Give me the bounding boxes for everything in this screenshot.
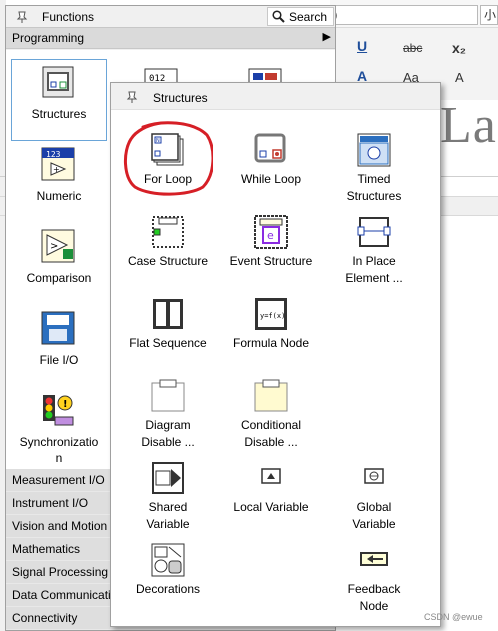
structures-item-label: Formula Node: [232, 336, 310, 350]
structures-item-diagram-disable[interactable]: Diagram Disable ...: [116, 375, 220, 457]
structures-item-timed-structures[interactable]: Timed Structures: [322, 129, 426, 211]
structures-item-in-place-element[interactable]: In Place Element ...: [322, 211, 426, 293]
structures-icon: [42, 66, 74, 98]
shared-variable-icon: [152, 462, 184, 494]
structures-item-label: Shared Variable: [146, 500, 190, 531]
for-loop-icon: N: [151, 133, 184, 166]
event-structure-icon: e: [254, 215, 288, 249]
in-place-element-icon: [357, 217, 391, 247]
structures-item-case-structure[interactable]: Case Structure: [116, 211, 220, 293]
timed-structures-icon: [357, 133, 391, 167]
structures-item-label: In Place Element ...: [345, 254, 403, 285]
functions-item-numeric[interactable]: 123 + Numeric: [11, 141, 107, 223]
svg-text:123: 123: [46, 150, 61, 159]
svg-text:e: e: [267, 229, 274, 242]
svg-text:+: +: [53, 165, 60, 174]
while-loop-icon: [254, 133, 286, 163]
decorations-icon: [151, 543, 185, 577]
structures-item-label: Case Structure: [127, 254, 209, 268]
svg-text:y=f(x): y=f(x): [260, 312, 285, 320]
functions-item-label: Comparison: [26, 271, 92, 285]
formula-node-icon: y=f(x): [255, 298, 287, 330]
structures-item-while-loop[interactable]: While Loop: [219, 129, 323, 211]
programming-label: Programming: [12, 31, 85, 45]
functions-title: Functions: [42, 10, 95, 24]
structures-item-label: Decorations: [135, 582, 201, 596]
conditional-disable-icon: [254, 379, 288, 412]
functions-item-label: Numeric: [36, 189, 82, 203]
local-variable-icon: [261, 468, 281, 484]
chevron-right-icon: ▶: [322, 31, 331, 43]
functions-item-file-io[interactable]: File I/O: [11, 305, 107, 387]
functions-item-label: File I/O: [39, 353, 79, 367]
structures-item-local-variable[interactable]: Local Variable: [219, 457, 323, 539]
structures-item-formula-node[interactable]: y=f(x) Formula Node: [219, 293, 323, 375]
structures-item-label: Event Structure: [229, 254, 313, 268]
pin-icon[interactable]: [125, 90, 139, 104]
pin-icon[interactable]: [15, 10, 29, 24]
svg-text:>: >: [50, 241, 58, 252]
structures-item-label: Local Variable: [233, 500, 309, 514]
structures-item-label: Diagram Disable ...: [141, 418, 195, 449]
functions-item-structures[interactable]: Structures: [11, 59, 107, 141]
structures-item-label: Feedback Node: [347, 582, 401, 613]
flat-sequence-icon: [153, 299, 183, 329]
functions-item-label: Structures: [31, 107, 87, 121]
functions-titlebar: Functions Search: [6, 6, 335, 27]
watermark: CSDN @ewue: [424, 612, 483, 622]
font-size-box[interactable]: 小: [480, 5, 498, 25]
strikethrough-button[interactable]: abc: [403, 41, 422, 55]
structures-item-global-variable[interactable]: Global Variable: [322, 457, 426, 539]
subscript-button[interactable]: x₂: [452, 40, 466, 56]
structures-item-label: While Loop: [240, 172, 302, 186]
structures-item-label: Global Variable: [352, 500, 396, 531]
structures-item-event-structure[interactable]: e Event Structure: [219, 211, 323, 293]
functions-item-label: Synchronizatio n: [19, 435, 99, 465]
diagram-disable-icon: [151, 379, 185, 412]
structures-item-for-loop[interactable]: N For Loop: [116, 129, 220, 211]
grow-font-button[interactable]: A: [455, 70, 464, 85]
functions-item-synchronization[interactable]: ! Synchronizatio n: [11, 387, 107, 469]
search-icon: [272, 10, 285, 23]
structures-palette: Structures N For Loop While Loop Timed S…: [110, 82, 441, 627]
structures-item-label: Flat Sequence: [129, 336, 207, 350]
font-name-box[interactable]: [332, 5, 478, 25]
search-label: Search: [289, 10, 328, 24]
numeric-icon: 123 +: [41, 147, 75, 181]
underline-button[interactable]: U: [357, 38, 367, 54]
case-structure-icon: [152, 216, 184, 248]
structures-item-decorations[interactable]: Decorations: [116, 539, 220, 621]
structures-title: Structures: [153, 91, 208, 105]
structures-item-flat-sequence[interactable]: Flat Sequence: [116, 293, 220, 375]
svg-text:N: N: [156, 138, 160, 144]
document-heading-text: Lac: [440, 97, 498, 154]
synchronization-icon: !: [43, 395, 74, 426]
structures-item-label: Timed Structures: [346, 172, 402, 203]
comparison-icon: >: [41, 229, 75, 263]
global-variable-icon: [364, 468, 384, 484]
programming-category[interactable]: Programming ▶: [6, 27, 335, 49]
structures-item-label: For Loop: [143, 172, 193, 186]
file-io-icon: [41, 311, 75, 345]
svg-text:!: !: [63, 399, 68, 410]
structures-item-conditional-disable[interactable]: Conditional Disable ...: [219, 375, 323, 457]
functions-item-comparison[interactable]: > Comparison: [11, 223, 107, 305]
search-button[interactable]: Search: [267, 7, 334, 26]
structures-titlebar: Structures: [111, 83, 440, 110]
structures-item-label: Conditional Disable ...: [240, 418, 302, 449]
structures-item-shared-variable[interactable]: Shared Variable: [116, 457, 220, 539]
structures-item-feedback-node[interactable]: Feedback Node: [322, 539, 426, 621]
feedback-node-icon: [360, 552, 388, 566]
